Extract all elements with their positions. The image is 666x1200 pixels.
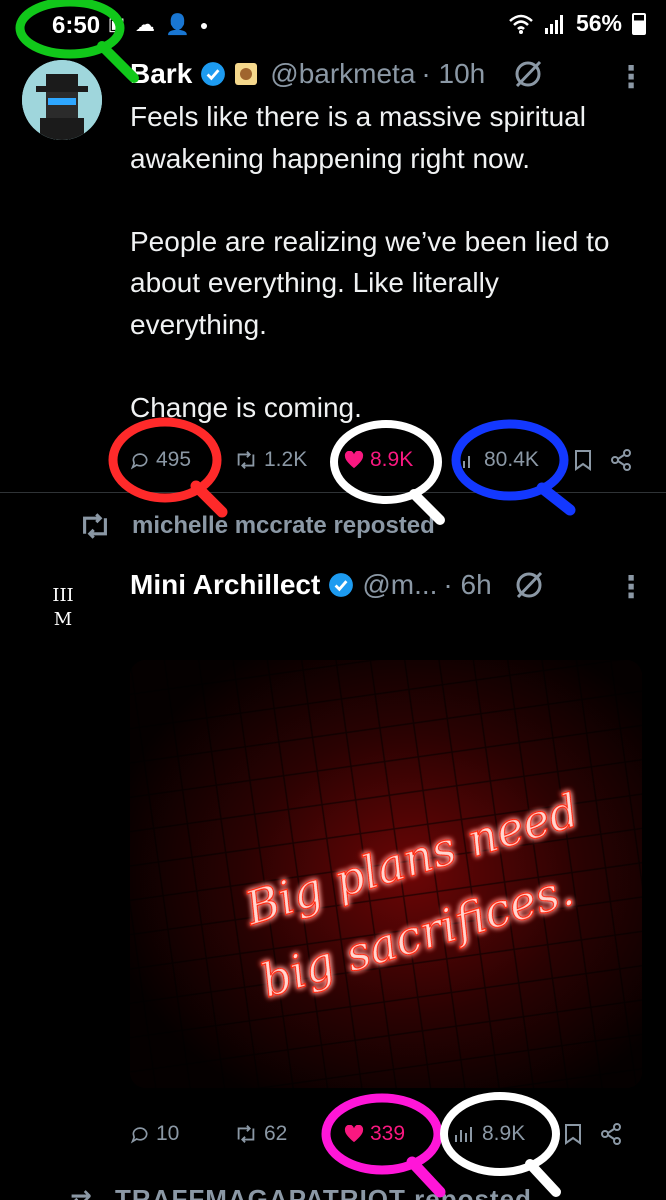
wifi-icon (509, 14, 533, 34)
tweet-image[interactable]: Big plans need big sacrifices. (130, 660, 642, 1088)
grok-icon[interactable] (511, 57, 545, 91)
repost-label: michelle mccrate reposted (132, 512, 435, 539)
bookmark-icon[interactable] (564, 1123, 582, 1145)
signal-icon (544, 14, 563, 34)
pixel-hat-avatar-icon (22, 60, 102, 140)
status-bar: 6:50 ▣ ☁ 👤 ● 56% (0, 0, 666, 52)
reply-button[interactable]: 495 (130, 448, 234, 472)
repost-icon (237, 451, 255, 469)
repost-icon (83, 513, 107, 539)
heart-filled-icon (344, 451, 364, 469)
battery-icon (632, 12, 646, 35)
avatar[interactable]: III M (22, 570, 104, 652)
tweet-actions: 495 1.2K 8.9K 80.4K (130, 440, 650, 480)
repost-icon (237, 1125, 255, 1143)
verified-badge-icon (201, 62, 226, 86)
repost-icon: ⇄ (70, 1184, 93, 1200)
reply-count: 10 (156, 1122, 180, 1145)
tweet-header: Bark @barkmeta · 10h (130, 54, 545, 94)
tweet-paragraph: Change is coming. (130, 391, 362, 423)
views-icon (455, 1127, 472, 1142)
person-add-icon: 👤 (165, 14, 190, 36)
like-count: 339 (370, 1122, 406, 1145)
views-count: 80.4K (484, 448, 539, 471)
reply-button[interactable]: 10 (130, 1122, 234, 1146)
like-button[interactable]: 8.9K (344, 448, 462, 472)
more-options-icon[interactable]: ⋮ (616, 570, 646, 605)
author-handle[interactable]: @barkmeta (270, 58, 415, 90)
tweet-paragraph: People are realizing we’ve been lied to … (130, 225, 610, 340)
reply-icon (130, 453, 148, 470)
like-button[interactable]: 339 (344, 1122, 454, 1146)
repost-count: 1.2K (264, 448, 308, 471)
tweet-actions: 10 62 339 8.9K (130, 1114, 650, 1154)
views-count: 8.9K (482, 1122, 526, 1145)
cloud-icon: ☁ (135, 14, 156, 36)
next-repost-context[interactable]: ⇄ TRAFFMAGAPATRIOT reposted (70, 1184, 532, 1200)
battery-percent: 56% (575, 10, 622, 36)
like-count: 8.9K (370, 448, 414, 471)
reply-icon (130, 1127, 148, 1144)
avatar[interactable] (22, 60, 102, 140)
notification-icon: ▣ (108, 14, 126, 34)
status-time: 6:50 (52, 12, 101, 39)
tweet-paragraph: Feels like there is a massive spiritual … (130, 101, 586, 174)
repost-label: TRAFFMAGAPATRIOT reposted (115, 1184, 532, 1200)
views-button[interactable]: 8.9K (454, 1122, 564, 1146)
tweet-divider (0, 492, 666, 493)
affiliate-badge-icon (235, 63, 258, 85)
dot-icon: ● (199, 16, 209, 33)
author-name[interactable]: Mini Archillect (130, 569, 320, 601)
heart-filled-icon (344, 1125, 364, 1143)
neon-sign-image: Big plans need big sacrifices. (130, 660, 642, 1088)
more-options-icon[interactable]: ⋮ (616, 60, 646, 95)
views-button[interactable]: 80.4K (462, 448, 574, 472)
tweet-time: · 10h (421, 58, 486, 89)
tweet-time: · 6h (443, 569, 492, 600)
avatar-text: III (52, 585, 74, 606)
tweet-header: Mini Archillect @m... · 6h (130, 565, 546, 605)
repost-button[interactable]: 1.2K (234, 448, 344, 472)
author-name[interactable]: Bark (130, 58, 192, 90)
verified-badge-icon (329, 573, 354, 597)
repost-context[interactable]: michelle mccrate reposted (78, 512, 435, 540)
repost-button[interactable]: 62 (234, 1122, 344, 1146)
bookmark-icon[interactable] (574, 449, 592, 471)
share-icon[interactable] (610, 449, 632, 471)
reply-count: 495 (156, 448, 192, 471)
views-icon (463, 456, 470, 468)
share-icon[interactable] (600, 1123, 622, 1145)
tweet-text: Feels like there is a massive spiritual … (130, 96, 640, 470)
author-handle[interactable]: @m... (362, 569, 437, 601)
repost-count: 62 (264, 1122, 288, 1145)
grok-icon[interactable] (512, 568, 546, 602)
